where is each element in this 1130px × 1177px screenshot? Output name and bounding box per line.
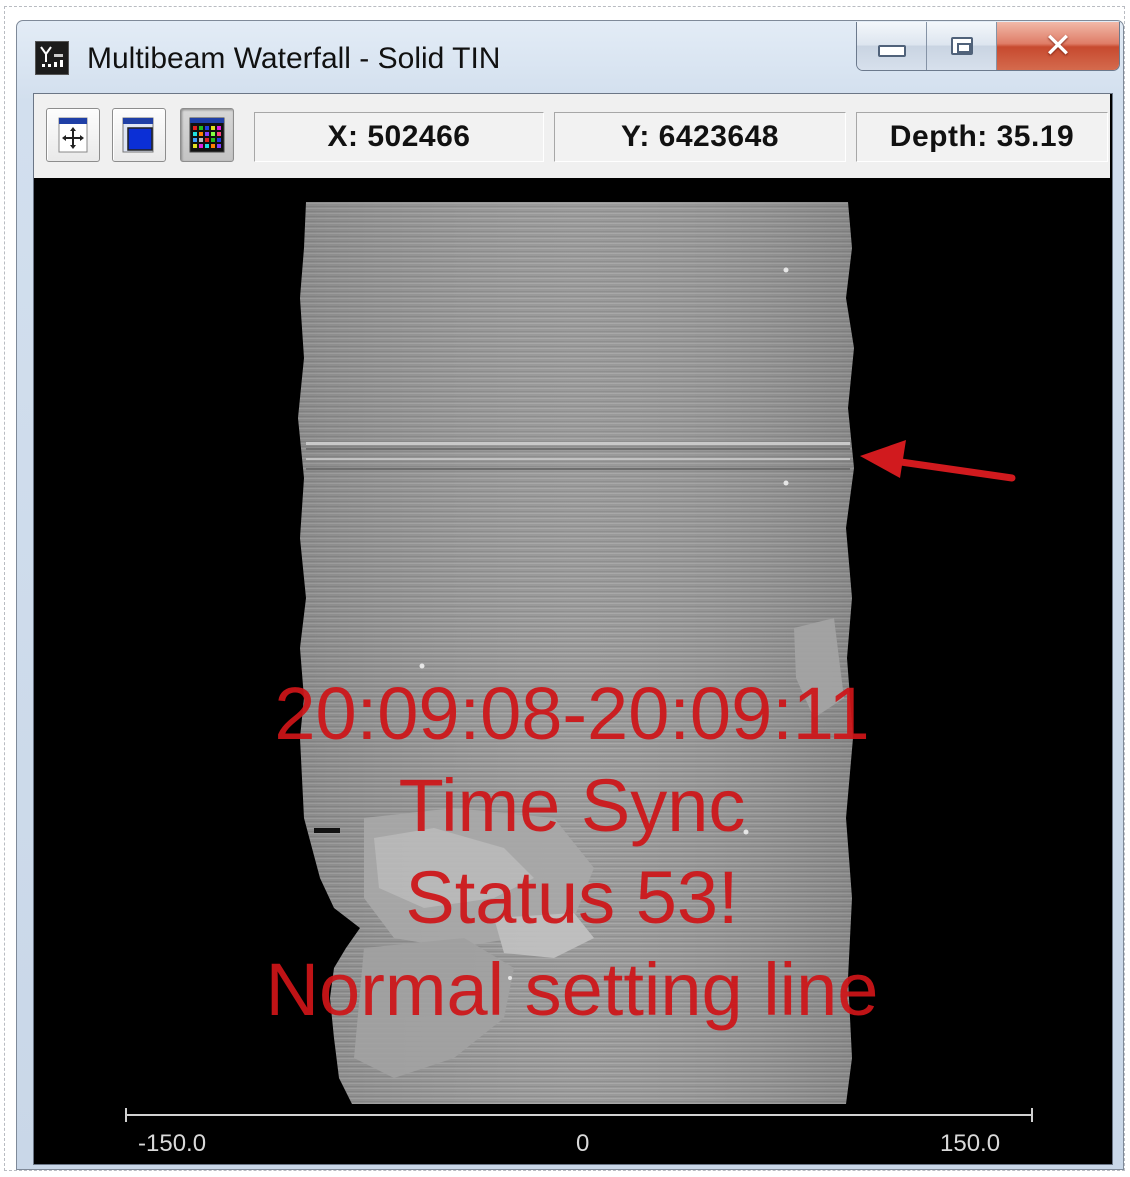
title-bar[interactable]: Multibeam Waterfall - Solid TIN ✕	[17, 21, 1123, 93]
waterfall-viewport[interactable]: -150.0 0 150.0 20:09:08-20:09:11 Time Sy…	[34, 178, 1110, 1162]
y-coordinate-readout: Y: 6423648	[554, 112, 846, 162]
caption-buttons: ✕	[856, 22, 1120, 71]
distance-axis	[125, 1108, 1033, 1122]
pan-view-button[interactable]	[46, 108, 100, 162]
x-coordinate-readout: X: 502466	[254, 112, 544, 162]
window-view-button[interactable]	[112, 108, 166, 162]
color-grid-icon	[189, 117, 225, 153]
maximize-button[interactable]	[927, 22, 997, 70]
toolbar: X: 502466 Y: 6423648 Depth: 35.19	[34, 94, 1110, 179]
annotation-time-sync: Time Sync	[398, 764, 746, 847]
annotation-normal-setting-line: Normal setting line	[265, 948, 879, 1031]
annotation-status: Status 53!	[405, 856, 739, 939]
maximize-icon	[950, 37, 973, 55]
color-palette-button[interactable]	[180, 108, 234, 162]
multibeam-app-icon[interactable]	[35, 41, 69, 75]
annotation-time-range: 20:09:08-20:09:11	[274, 672, 870, 755]
minimize-button[interactable]	[857, 22, 927, 70]
window-title: Multibeam Waterfall - Solid TIN	[87, 42, 501, 75]
minimize-icon	[877, 45, 906, 57]
depth-readout: Depth: 35.19	[856, 112, 1108, 162]
close-button[interactable]: ✕	[997, 22, 1119, 70]
multibeam-waterfall-window: Multibeam Waterfall - Solid TIN ✕ X: 502…	[16, 20, 1124, 1170]
axis-tick-label-left: -150.0	[138, 1130, 207, 1157]
axis-tick-label-center: 0	[576, 1130, 590, 1157]
close-icon: ✕	[1043, 26, 1073, 66]
move-arrows-icon	[58, 117, 88, 153]
client-area: X: 502466 Y: 6423648 Depth: 35.19 -150.0…	[33, 93, 1113, 1165]
axis-tick-label-right: 150.0	[940, 1130, 1001, 1157]
window-icon	[122, 117, 154, 153]
red-arrow-pointing-left	[860, 440, 1016, 482]
